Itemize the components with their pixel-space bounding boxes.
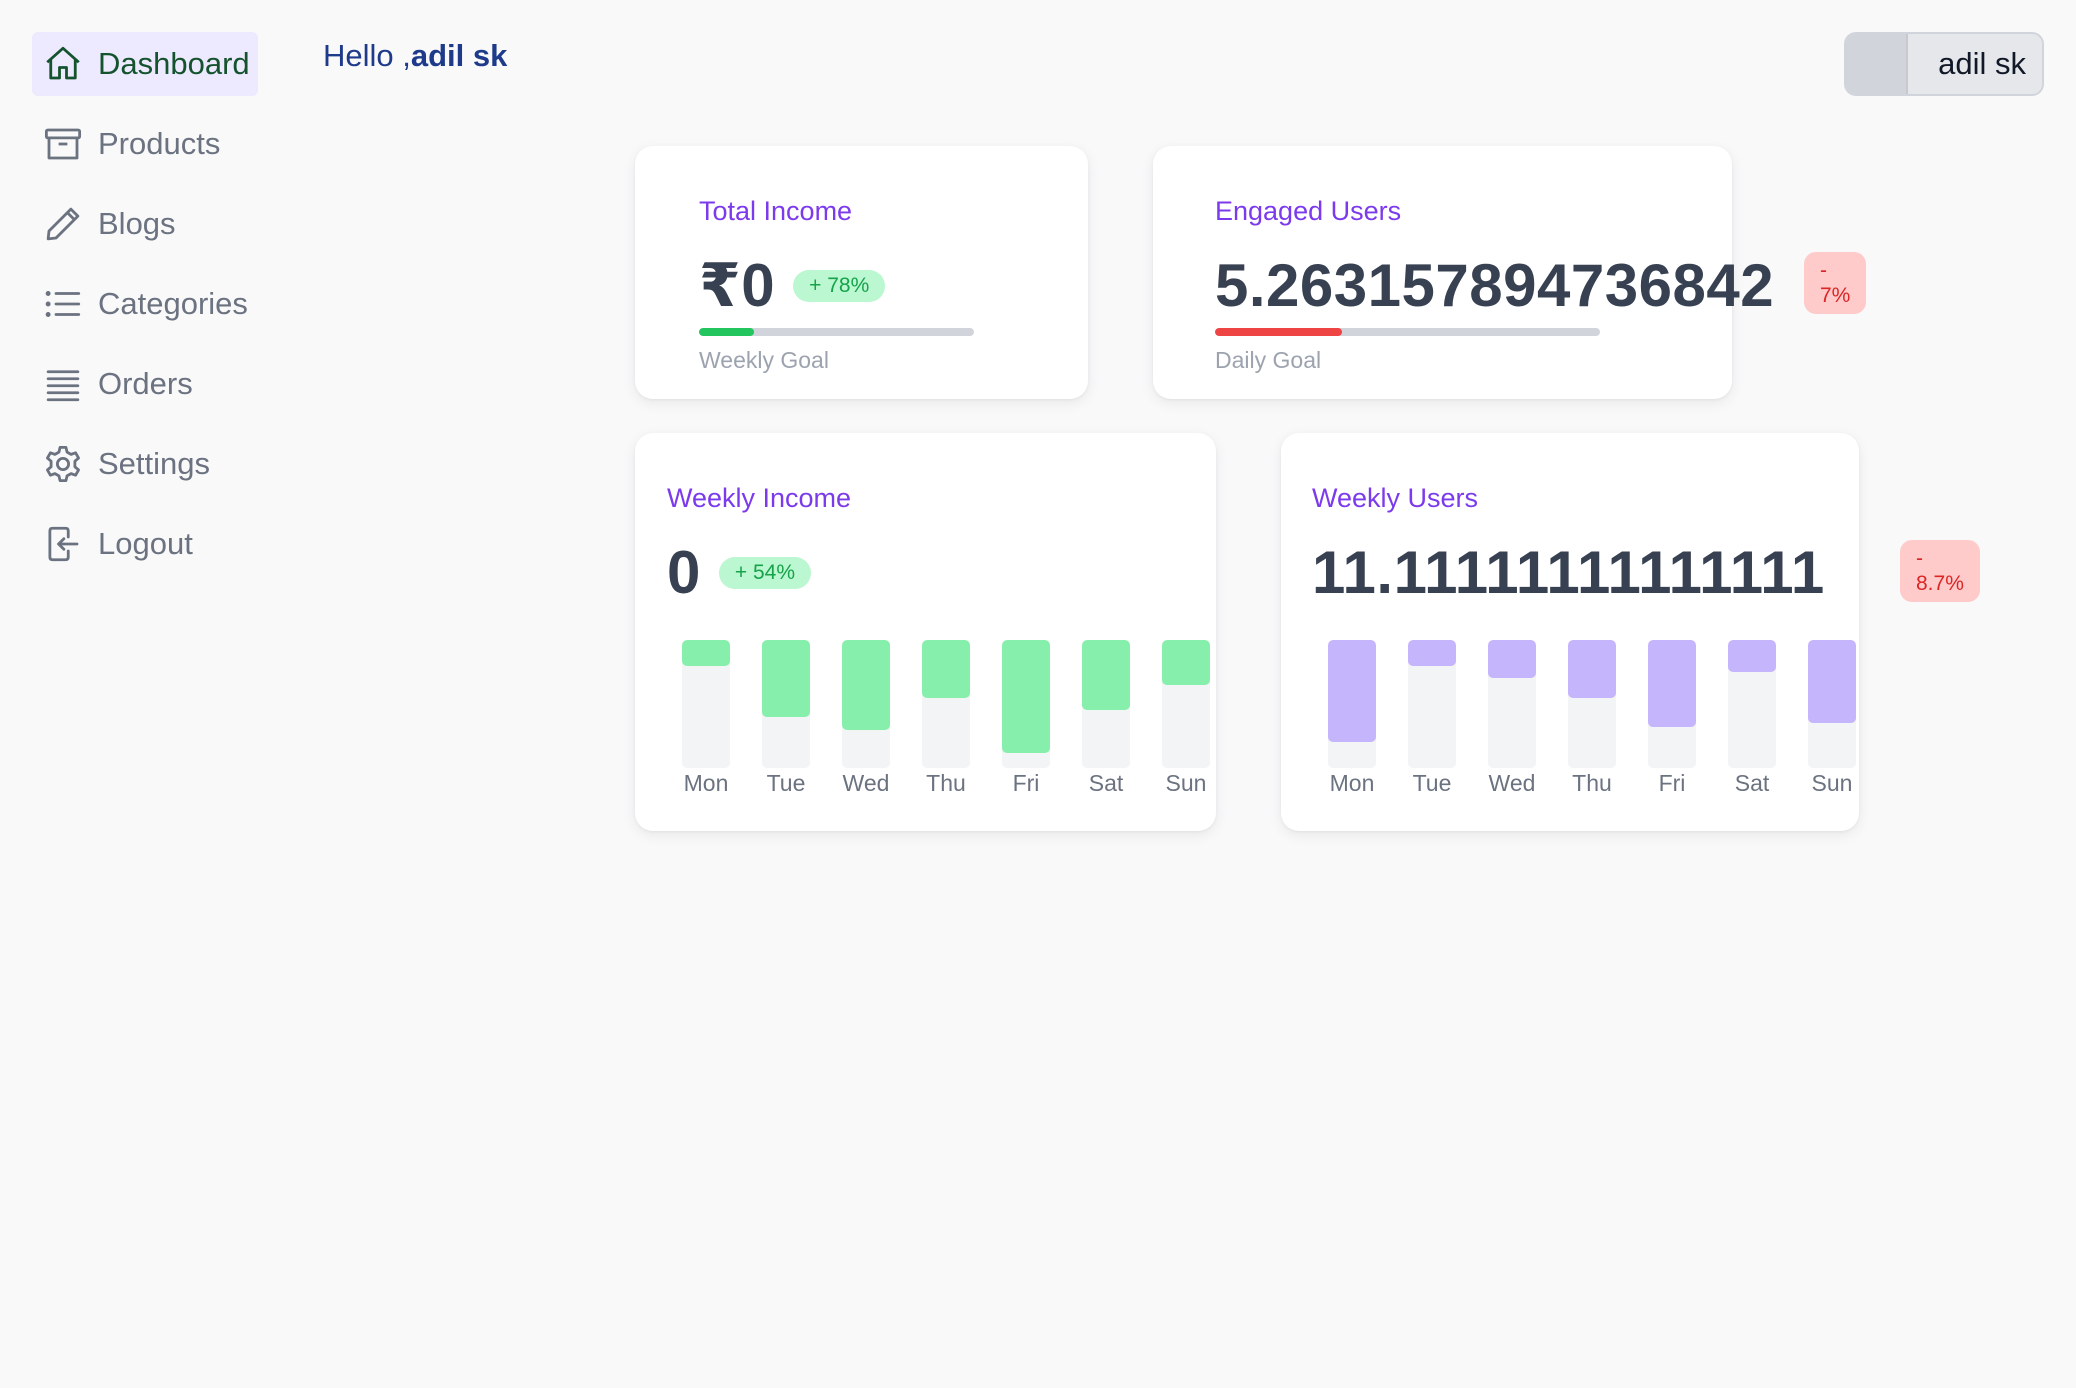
change-value: 7%	[1820, 284, 1851, 307]
bar-track	[1488, 640, 1536, 768]
bar-fill	[762, 640, 810, 717]
bar-track	[1082, 640, 1130, 768]
greeting: Hello ,adil sk	[323, 38, 507, 74]
card-title: Total Income	[699, 196, 853, 226]
bar-track	[1162, 640, 1210, 768]
bar-fill	[1808, 640, 1856, 724]
bar-label: Wed	[842, 770, 890, 796]
user-name: adil sk	[1938, 46, 2026, 81]
logout-icon	[48, 526, 79, 562]
change-badge: - 7%	[1804, 252, 1867, 314]
sidebar-item-categories[interactable]: Categories	[32, 272, 272, 336]
daily-goal-progress	[1215, 328, 1600, 336]
bar-track	[1648, 640, 1696, 768]
engaged-users-card: Engaged Users 5.263157894736842 Daily Go…	[1153, 146, 1774, 399]
change-badge: + 78%	[793, 270, 886, 302]
bar-track	[682, 640, 730, 768]
bar-label: Tue	[1412, 770, 1452, 796]
sidebar-item-label: Categories	[98, 286, 248, 321]
bar-track	[1002, 640, 1050, 768]
bar-track	[762, 640, 810, 768]
bar-label: Sun	[1811, 770, 1853, 796]
bar-label: Sat	[1734, 770, 1770, 796]
pencil-icon	[46, 207, 80, 241]
sidebar-item-label: Settings	[98, 446, 211, 481]
bar-label: Thu	[926, 770, 966, 796]
bar-label: Fri	[1658, 770, 1686, 796]
bar-fill	[842, 640, 890, 730]
bar-fill	[1082, 640, 1130, 711]
bar-track	[1568, 640, 1616, 768]
engaged-users-value: 5.263157894736842	[1215, 252, 1775, 319]
total-income-card: Total Income ₹0 + 78% Weekly Goal	[635, 146, 1088, 399]
bar-fill	[922, 640, 970, 698]
sidebar-item-settings[interactable]: Settings	[32, 432, 272, 496]
bar-label: Sun	[1165, 770, 1207, 796]
weekly-income-value: 0	[667, 539, 701, 606]
sidebar-item-blogs[interactable]: Blogs	[32, 192, 272, 256]
bar-track	[1408, 640, 1456, 768]
goal-label: Daily Goal	[1215, 347, 1322, 373]
list-icon	[45, 291, 81, 317]
sidebar-item-orders[interactable]: Orders	[32, 352, 272, 416]
sidebar-item-label: Products	[98, 126, 221, 161]
bar-label: Mon	[1329, 770, 1375, 796]
bar-label: Mon	[683, 770, 729, 796]
bar-label: Wed	[1488, 770, 1536, 796]
bar-fill	[1648, 640, 1696, 728]
avatar	[1846, 34, 1908, 94]
bar-track	[842, 640, 890, 768]
change-sign: -	[1916, 547, 1923, 570]
bar-track	[1808, 640, 1856, 768]
sidebar-item-label: Dashboard	[98, 46, 250, 81]
change-value: 8.7%	[1916, 572, 1964, 595]
bar-fill	[1568, 640, 1616, 698]
change-badge: - 8.7%	[1900, 540, 1980, 602]
bar-label: Tue	[766, 770, 806, 796]
weekly-users-card: Weekly Users 11.11111111111111 Mon Tue Wed…	[1281, 433, 1859, 831]
sidebar-item-label: Orders	[98, 366, 193, 401]
bar-track	[1328, 640, 1376, 768]
sidebar: Dashboard Products Blogs Categories Orde…	[32, 32, 272, 592]
greeting-prefix: Hello ,	[323, 38, 411, 73]
bar-label: Fri	[1012, 770, 1040, 796]
bar-fill	[1328, 640, 1376, 743]
bar-fill	[1002, 640, 1050, 753]
gear-icon	[46, 445, 80, 483]
bar-label: Thu	[1572, 770, 1612, 796]
stack-icon	[46, 370, 80, 402]
card-title: Weekly Users	[1312, 483, 1479, 513]
bar-fill	[1162, 640, 1210, 685]
archive-icon	[44, 128, 82, 160]
bar-fill	[682, 640, 730, 666]
user-menu-button[interactable]: adil sk	[1844, 32, 2044, 96]
sidebar-item-label: Blogs	[98, 206, 176, 241]
weekly-income-card: Weekly Income 0 + 54% Mon Tue Wed Thu Fri Sat…	[635, 433, 1216, 831]
bar-track	[922, 640, 970, 768]
greeting-name: adil sk	[410, 38, 508, 73]
weekly-users-value: 11.11111111111111	[1312, 539, 1825, 606]
bar-label: Sat	[1088, 770, 1124, 796]
sidebar-item-logout[interactable]: Logout	[32, 512, 272, 576]
bar-fill	[1408, 640, 1456, 666]
card-title: Engaged Users	[1215, 196, 1402, 226]
change-badge: + 54%	[718, 556, 812, 589]
goal-label: Weekly Goal	[699, 347, 829, 373]
sidebar-item-dashboard[interactable]: Dashboard	[32, 32, 258, 96]
progress-fill	[1215, 328, 1343, 336]
card-title: Weekly Income	[667, 483, 852, 513]
sidebar-item-label: Logout	[98, 526, 193, 561]
progress-fill	[699, 328, 754, 336]
change-sign: -	[1820, 259, 1827, 282]
sidebar-item-products[interactable]: Products	[32, 112, 272, 176]
total-income-value: ₹0	[699, 252, 776, 319]
bar-fill	[1488, 640, 1536, 679]
bar-track	[1728, 640, 1776, 768]
bar-fill	[1728, 640, 1776, 672]
home-icon	[46, 46, 80, 80]
weekly-goal-progress	[699, 328, 974, 336]
